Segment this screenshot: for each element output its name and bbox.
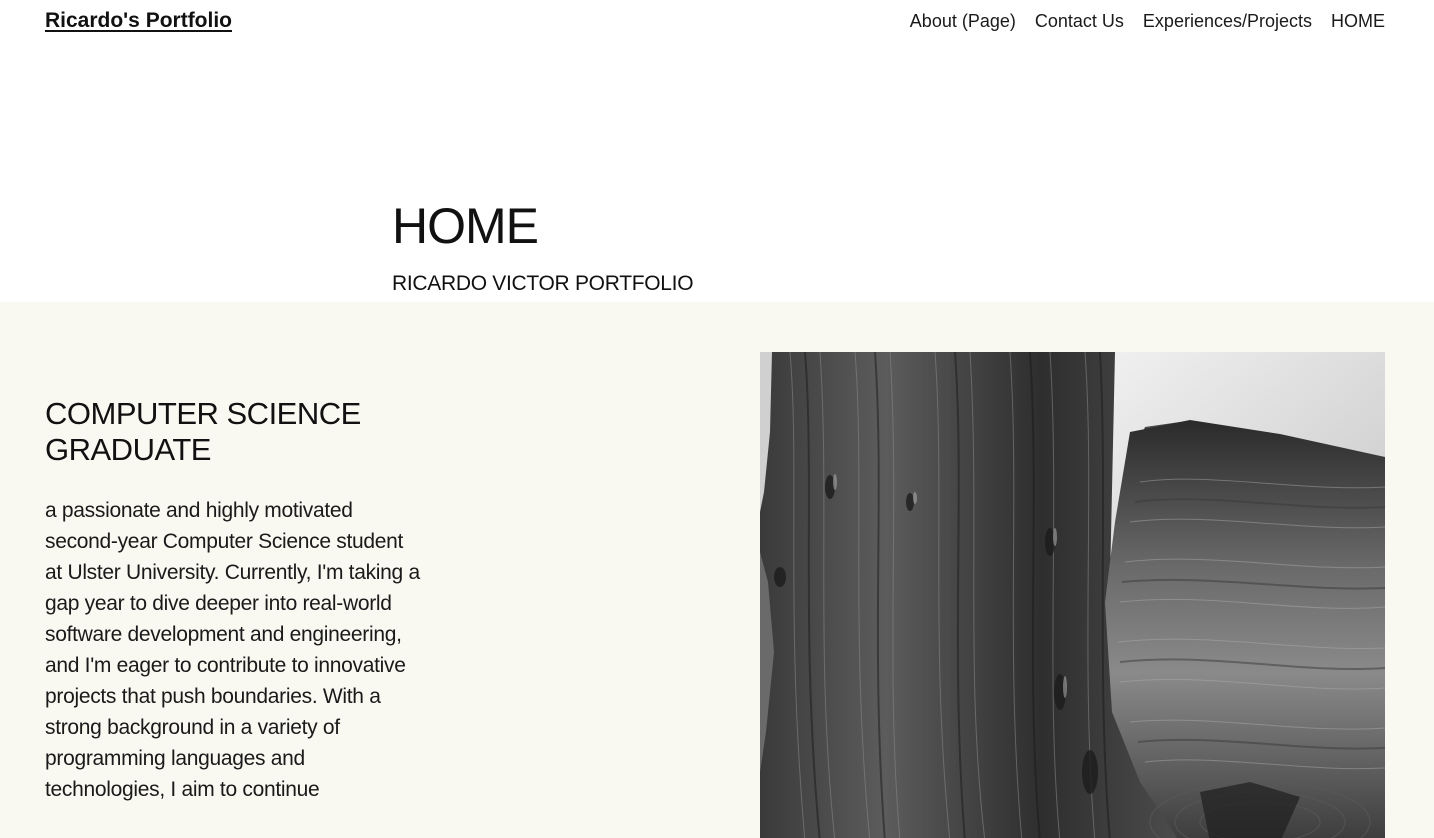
paint-strokes-graphic — [760, 352, 1385, 838]
abstract-paint-strokes-image — [760, 352, 1385, 838]
intro-section: COMPUTER SCIENCE GRADUATE a passionate a… — [0, 302, 1434, 838]
nav-link-contact[interactable]: Contact Us — [1035, 11, 1124, 32]
page-title: HOME — [392, 198, 539, 254]
main-nav: About (Page) Contact Us Experiences/Proj… — [910, 11, 1385, 32]
page-subtitle: RICARDO VICTOR PORTFOLIO — [392, 272, 694, 295]
nav-link-about[interactable]: About (Page) — [910, 11, 1016, 32]
site-header: Ricardo's Portfolio About (Page) Contact… — [0, 0, 1434, 50]
site-title-link[interactable]: Ricardo's Portfolio — [45, 9, 232, 33]
section-body-text: a passionate and highly motivated second… — [45, 499, 420, 801]
nav-link-home[interactable]: HOME — [1331, 11, 1385, 32]
hero: HOME RICARDO VICTOR PORTFOLIO — [392, 196, 694, 297]
nav-link-experiences[interactable]: Experiences/Projects — [1143, 11, 1312, 32]
section-heading: COMPUTER SCIENCE GRADUATE — [45, 396, 361, 467]
